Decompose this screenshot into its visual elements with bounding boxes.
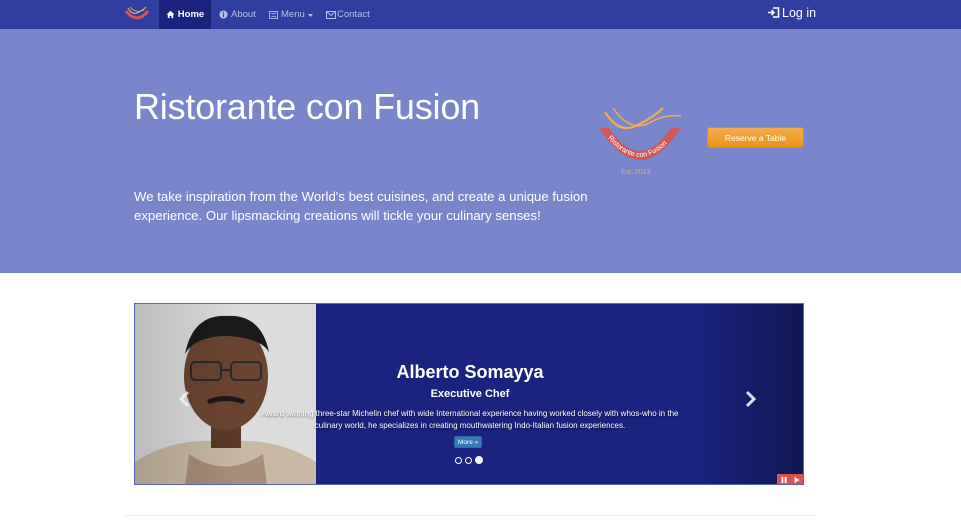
jumbotron-title: Ristorante con Fusion <box>134 86 480 127</box>
nav-home[interactable]: Home <box>159 0 211 29</box>
navbar: Home About Menu Contact Log in <box>0 0 961 29</box>
list-icon <box>269 10 278 19</box>
info-circle-icon <box>219 10 228 19</box>
logo-text: Ristorante con Fusion <box>606 133 668 159</box>
pause-icon <box>781 476 787 483</box>
envelope-icon <box>326 10 336 19</box>
caret-down-icon <box>307 9 313 20</box>
nav-home-label: Home <box>177 9 205 20</box>
logo-est: Est. 2013 <box>621 169 651 176</box>
nav-menu-label: Menu <box>281 9 305 20</box>
section-divider <box>124 515 814 516</box>
home-icon <box>166 10 175 19</box>
reserve-table-button[interactable]: Reserve a Table <box>707 127 804 148</box>
jumbotron-text: We take inspiration from the World's bes… <box>134 189 588 223</box>
play-icon <box>794 476 800 483</box>
pause-button[interactable] <box>777 474 790 484</box>
carousel-indicator[interactable] <box>465 456 472 464</box>
login-label: Log in <box>782 5 817 20</box>
nav-contact[interactable]: Contact <box>326 0 370 29</box>
carousel-indicators <box>455 456 483 464</box>
carousel: Alberto Somayya Executive Chef Award win… <box>134 303 804 485</box>
more-button[interactable]: More » <box>454 436 483 448</box>
chef-role: Executive Chef <box>430 388 510 400</box>
nav-menu[interactable]: Menu <box>269 0 313 29</box>
brand-logo[interactable] <box>124 5 150 24</box>
nav-about[interactable]: About <box>219 0 256 29</box>
chef-name: Alberto Somayya <box>396 362 544 382</box>
chef-description: Award winning three-star Michelin chef w… <box>261 409 679 430</box>
jumbotron: Ristorante con Fusion We take inspiratio… <box>0 29 961 273</box>
login-link[interactable]: Log in <box>767 0 816 25</box>
play-button[interactable] <box>790 474 803 484</box>
carousel-indicator-active[interactable] <box>475 456 483 464</box>
restaurant-logo: Ristorante con Fusion Est. 2013 <box>599 107 682 176</box>
svg-text:Ristorante con Fusion: Ristorante con Fusion <box>606 133 668 159</box>
log-in-icon <box>767 7 780 18</box>
carousel-indicator[interactable] <box>455 456 462 464</box>
nav-contact-label: Contact <box>337 9 370 20</box>
nav-about-label: About <box>231 9 256 20</box>
